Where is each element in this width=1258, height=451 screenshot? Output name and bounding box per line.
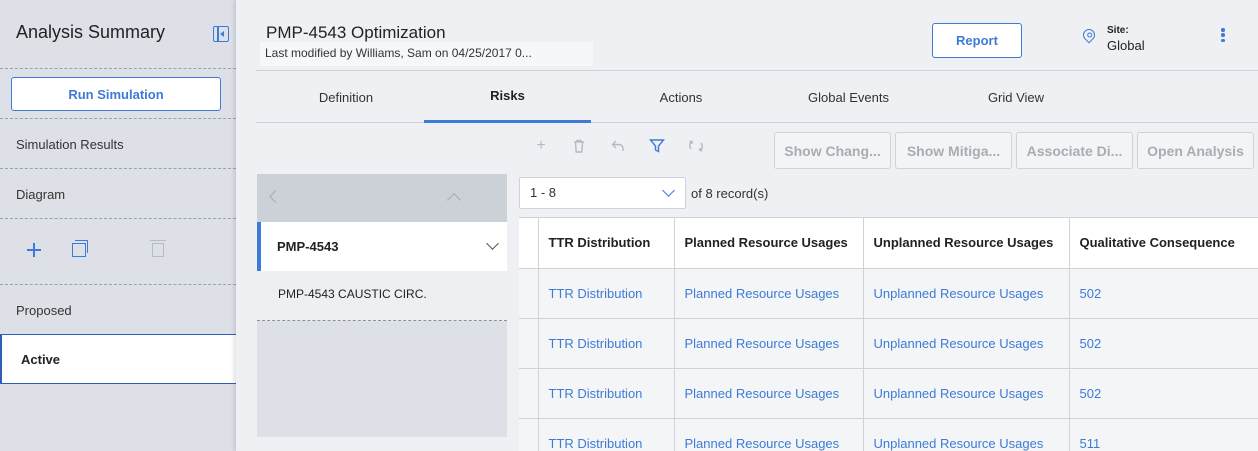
sidebar-item-simulation-results[interactable]: Simulation Results: [16, 137, 124, 152]
planned-link[interactable]: Planned Resource Usages: [674, 318, 864, 369]
main-panel: PMP-4543 Optimization Last modified by W…: [236, 0, 1258, 451]
tab-definition[interactable]: Definition: [256, 71, 436, 123]
unplanned-link[interactable]: Unplanned Resource Usages: [863, 368, 1070, 419]
analysis-sidebar: Analysis Summary Run Simulation Simulati…: [0, 0, 236, 451]
record-count: of 8 record(s): [691, 186, 769, 201]
location-pin-icon: [1080, 26, 1098, 44]
consequence-link[interactable]: 511: [1069, 418, 1258, 451]
sidebar-item-label: Active: [21, 352, 61, 367]
more-options-icon[interactable]: [1221, 28, 1225, 42]
list-item-label: PMP-4543: [277, 239, 339, 254]
row-cell: [519, 318, 539, 369]
consequence-link[interactable]: 502: [1069, 268, 1258, 319]
unplanned-link[interactable]: Unplanned Resource Usages: [863, 268, 1070, 319]
unplanned-link[interactable]: Unplanned Resource Usages: [863, 418, 1070, 451]
add-icon: +: [536, 137, 546, 154]
show-changes-button[interactable]: Show Chang...: [774, 132, 891, 169]
asset-list: PMP-4543 PMP-4543 CAUSTIC CIRC.: [257, 174, 507, 437]
sidebar-item-active[interactable]: Active: [0, 334, 236, 384]
undo-icon: [610, 138, 626, 154]
chevron-up-icon[interactable]: [446, 192, 462, 208]
refresh-icon: [688, 138, 704, 154]
planned-link[interactable]: Planned Resource Usages: [674, 368, 864, 419]
ttr-link[interactable]: TTR Distribution: [538, 318, 675, 369]
last-modified-text: Last modified by Williams, Sam on 04/25/…: [260, 42, 593, 66]
table-row: TTR Distribution Planned Resource Usages…: [519, 368, 1258, 419]
chevron-down-icon: [662, 184, 675, 197]
add-icon[interactable]: [26, 242, 42, 258]
copy-icon[interactable]: [72, 240, 88, 257]
unplanned-link[interactable]: Unplanned Resource Usages: [863, 318, 1070, 369]
trash-icon: [150, 240, 166, 257]
consequence-link[interactable]: 502: [1069, 318, 1258, 369]
associate-button[interactable]: Associate Di...: [1016, 132, 1133, 169]
consequence-link[interactable]: 502: [1069, 368, 1258, 419]
record-range-select[interactable]: 1 - 8: [519, 177, 686, 209]
list-item-label: PMP-4543 CAUSTIC CIRC.: [278, 287, 427, 301]
column-header: [519, 218, 539, 269]
delete-icon: [571, 138, 587, 154]
page-title: PMP-4543 Optimization: [266, 23, 446, 42]
ttr-link[interactable]: TTR Distribution: [538, 418, 675, 451]
list-header: [257, 174, 507, 222]
tab-risks[interactable]: Risks: [424, 71, 591, 123]
run-simulation-button[interactable]: Run Simulation: [11, 77, 221, 111]
site-value[interactable]: Global: [1107, 38, 1145, 53]
show-mitigations-button[interactable]: Show Mitiga...: [895, 132, 1012, 169]
chevron-down-icon[interactable]: [486, 237, 499, 250]
sidebar-item-diagram[interactable]: Diagram: [16, 187, 65, 202]
filter-icon[interactable]: [649, 138, 665, 154]
site-label: Site:: [1107, 25, 1129, 36]
ttr-link[interactable]: TTR Distribution: [538, 268, 675, 319]
planned-link[interactable]: Planned Resource Usages: [674, 418, 864, 451]
divider: [0, 218, 236, 219]
report-button[interactable]: Report: [932, 23, 1022, 58]
divider: [0, 168, 236, 169]
scenario-toolbar: [26, 240, 166, 258]
row-cell: [519, 268, 539, 319]
range-value: 1 - 8: [530, 185, 557, 200]
tab-bar: Definition Risks Actions Global Events G…: [256, 71, 1258, 123]
collapse-sidebar-icon[interactable]: [213, 26, 229, 42]
divider: [0, 284, 236, 285]
planned-link[interactable]: Planned Resource Usages: [674, 268, 864, 319]
tab-grid-view[interactable]: Grid View: [931, 71, 1101, 123]
risks-grid: TTR Distribution Planned Resource Usages…: [519, 217, 1258, 451]
list-item-selected[interactable]: PMP-4543: [257, 222, 507, 271]
ttr-link[interactable]: TTR Distribution: [538, 368, 675, 419]
column-header-unplanned[interactable]: Unplanned Resource Usages: [863, 218, 1070, 269]
table-row: TTR Distribution Planned Resource Usages…: [519, 318, 1258, 369]
sidebar-title: Analysis Summary: [16, 22, 166, 42]
list-item[interactable]: PMP-4543 CAUSTIC CIRC.: [257, 271, 507, 321]
divider: [0, 68, 236, 69]
divider: [0, 118, 236, 119]
table-row: TTR Distribution Planned Resource Usages…: [519, 268, 1258, 319]
tab-actions[interactable]: Actions: [596, 71, 766, 123]
row-cell: [519, 418, 539, 451]
table-row: TTR Distribution Planned Resource Usages…: [519, 418, 1258, 451]
row-cell: [519, 368, 539, 419]
column-header-consequence[interactable]: Qualitative Consequence: [1069, 218, 1258, 269]
column-header-ttr[interactable]: TTR Distribution: [538, 218, 675, 269]
tab-global-events[interactable]: Global Events: [766, 71, 931, 123]
chevron-left-icon[interactable]: [269, 190, 282, 203]
sidebar-item-proposed[interactable]: Proposed: [16, 303, 72, 318]
column-header-planned[interactable]: Planned Resource Usages: [674, 218, 864, 269]
open-analysis-button[interactable]: Open Analysis: [1137, 132, 1254, 169]
grid-header-row: TTR Distribution Planned Resource Usages…: [519, 218, 1258, 269]
